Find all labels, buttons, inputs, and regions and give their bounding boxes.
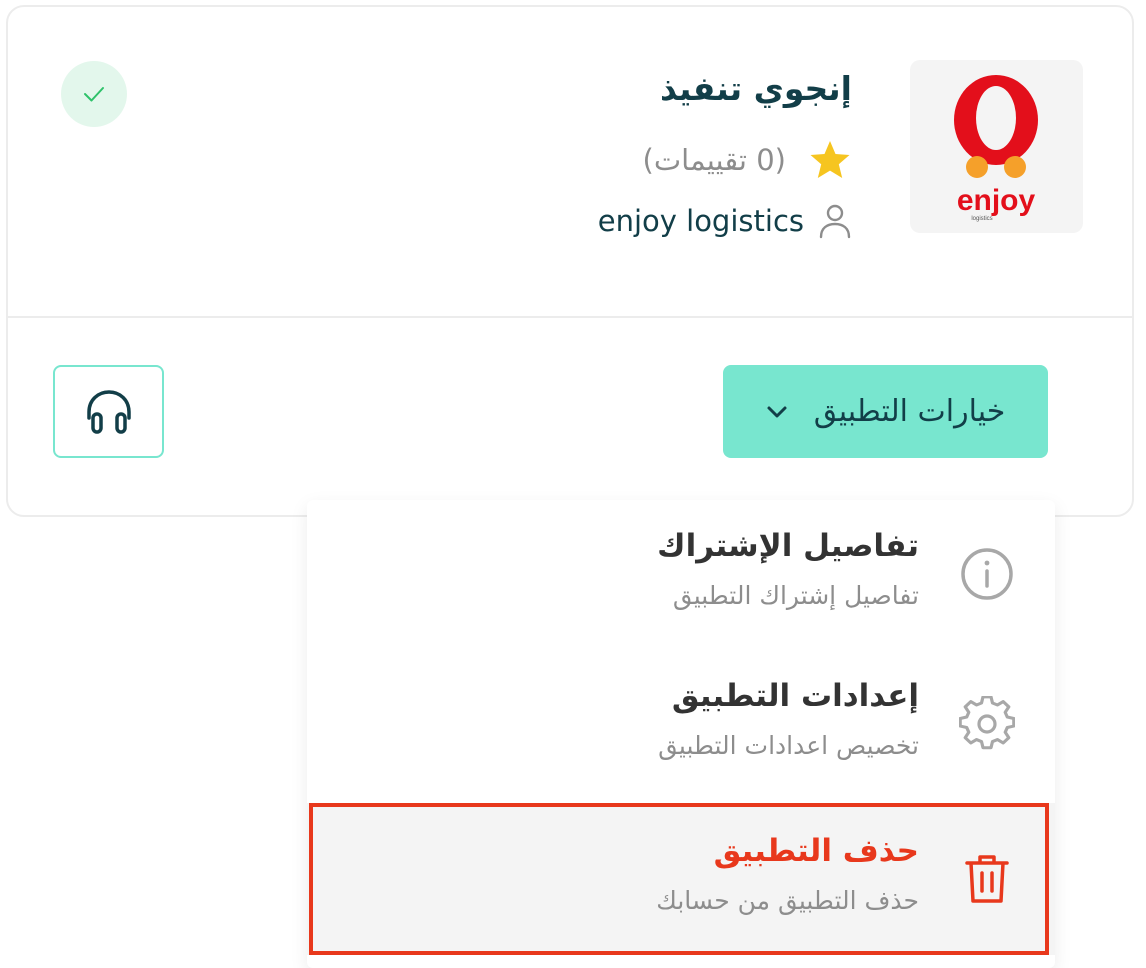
app-info: إنجوي تنفيذ (0 تقييمات) enjoy logistics bbox=[292, 65, 852, 245]
star-icon bbox=[810, 141, 850, 178]
menu-item-title: إعدادات التطبيق bbox=[671, 678, 919, 714]
publisher-name[interactable]: enjoy logistics bbox=[598, 204, 804, 238]
logo-wordmark: enjoy bbox=[957, 184, 1036, 217]
menu-item-subscription-details[interactable]: تفاصيل الإشتراك تفاصيل إشتراك التطبيق bbox=[307, 500, 1055, 650]
logo-subtext: logistics bbox=[971, 216, 992, 222]
gear-icon bbox=[959, 696, 1015, 752]
user-icon bbox=[819, 204, 851, 239]
app-title: إنجوي تنفيذ bbox=[659, 69, 852, 108]
app-logo: enjoy logistics bbox=[910, 60, 1083, 233]
menu-item-subtitle: تخصيص اعدادات التطبيق bbox=[658, 731, 919, 760]
support-button[interactable] bbox=[53, 365, 164, 458]
menu-item-subtitle: تفاصيل إشتراك التطبيق bbox=[672, 581, 919, 610]
info-icon bbox=[959, 546, 1015, 602]
menu-item-subtitle: حذف التطبيق من حسابك bbox=[656, 886, 919, 915]
headphones-icon bbox=[86, 389, 131, 434]
menu-item-title: حذف التطبيق bbox=[713, 833, 919, 869]
publisher-row: enjoy logistics bbox=[292, 197, 852, 245]
trash-icon bbox=[959, 851, 1015, 907]
enjoy-logo: enjoy logistics bbox=[954, 75, 1038, 222]
card-divider bbox=[8, 316, 1132, 318]
chevron-down-icon bbox=[767, 406, 787, 417]
menu-item-delete-app[interactable]: حذف التطبيق حذف التطبيق من حسابك bbox=[307, 803, 1055, 955]
rating-row: (0 تقييمات) bbox=[292, 137, 852, 183]
menu-item-text: حذف التطبيق حذف التطبيق من حسابك bbox=[359, 829, 919, 921]
rating-count: (0 تقييمات) bbox=[642, 143, 786, 177]
menu-item-app-settings[interactable]: إعدادات التطبيق تخصيص اعدادات التطبيق bbox=[307, 650, 1055, 800]
app-options-dropdown: تفاصيل الإشتراك تفاصيل إشتراك التطبيق إع… bbox=[307, 500, 1055, 968]
app-options-button[interactable]: خيارات التطبيق bbox=[723, 365, 1048, 458]
menu-item-text: تفاصيل الإشتراك تفاصيل إشتراك التطبيق bbox=[359, 524, 919, 616]
installed-status-badge bbox=[61, 61, 127, 127]
app-options-label: خيارات التطبيق bbox=[813, 394, 1006, 429]
menu-item-title: تفاصيل الإشتراك bbox=[657, 528, 919, 564]
menu-item-text: إعدادات التطبيق تخصيص اعدادات التطبيق bbox=[359, 674, 919, 766]
check-icon bbox=[84, 87, 104, 102]
